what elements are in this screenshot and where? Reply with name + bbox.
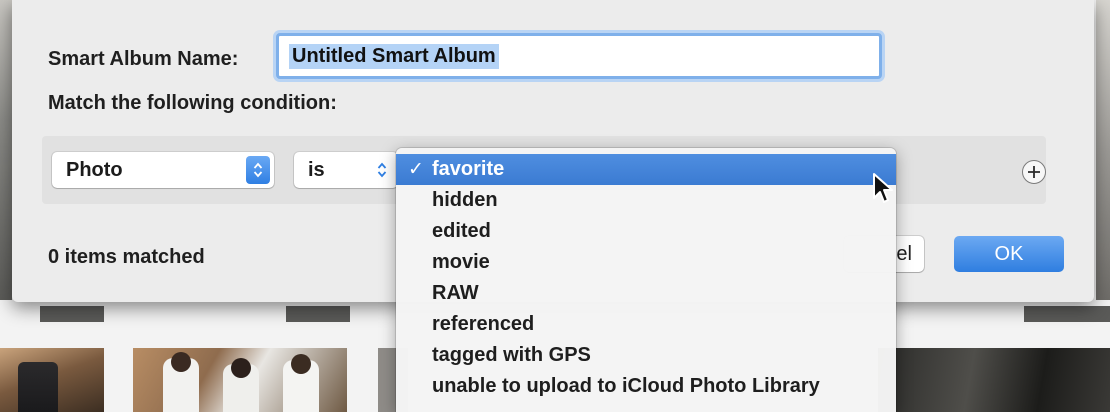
menu-item-label: referenced xyxy=(432,313,535,335)
condition-operator-value: is xyxy=(308,158,325,181)
background-photo-edge-left xyxy=(0,0,12,300)
menu-item-label: unable to upload to iCloud Photo Library xyxy=(432,375,820,397)
photo-thumbnail[interactable] xyxy=(0,348,104,412)
menu-item-unable-to-upload[interactable]: unable to upload to iCloud Photo Library xyxy=(396,371,896,402)
menu-item-label: hidden xyxy=(432,189,498,211)
menu-item-hidden[interactable]: hidden xyxy=(396,185,896,216)
popup-stepper-icon xyxy=(370,156,394,184)
condition-field-value: Photo xyxy=(66,158,123,181)
menu-item-tagged-with-gps[interactable]: tagged with GPS xyxy=(396,340,896,371)
match-condition-label: Match the following condition: xyxy=(48,92,337,114)
ok-button-label: OK xyxy=(994,242,1024,265)
menu-item-label: RAW xyxy=(432,282,479,304)
checkmark-icon: ✓ xyxy=(408,159,424,180)
album-name-label: Smart Album Name: xyxy=(48,48,239,70)
menu-item-label: edited xyxy=(432,220,491,242)
menu-item-edited[interactable]: edited xyxy=(396,216,896,247)
menu-item-raw[interactable]: RAW xyxy=(396,278,896,309)
menu-item-label: tagged with GPS xyxy=(432,344,591,366)
condition-value-menu: ✓ favorite hidden edited movie RAW refer… xyxy=(396,148,896,412)
add-condition-button[interactable] xyxy=(1022,160,1046,184)
plus-circle-icon xyxy=(1028,166,1040,178)
menu-item-referenced[interactable]: referenced xyxy=(396,309,896,340)
album-name-value: Untitled Smart Album xyxy=(289,43,499,69)
menu-item-movie[interactable]: movie xyxy=(396,247,896,278)
photo-thumbnail[interactable] xyxy=(878,348,1110,412)
background-mark xyxy=(40,306,104,322)
menu-item-label: movie xyxy=(432,251,490,273)
ok-button[interactable]: OK xyxy=(954,236,1064,272)
mouse-pointer-icon xyxy=(873,173,893,203)
background-photo-edge-right xyxy=(1096,0,1110,300)
background-mark xyxy=(286,306,350,322)
items-matched-count: 0 items matched xyxy=(48,246,205,268)
photo-thumbnail[interactable] xyxy=(133,348,347,412)
album-name-input[interactable]: Untitled Smart Album xyxy=(276,33,882,79)
background-mark xyxy=(1024,306,1110,322)
condition-operator-popup[interactable]: is xyxy=(294,152,398,188)
menu-item-label: favorite xyxy=(432,158,505,180)
popup-stepper-icon xyxy=(246,156,270,184)
cancel-button-label: el xyxy=(896,242,912,265)
condition-field-popup[interactable]: Photo xyxy=(52,152,274,188)
menu-item-favorite[interactable]: ✓ favorite xyxy=(396,154,896,185)
